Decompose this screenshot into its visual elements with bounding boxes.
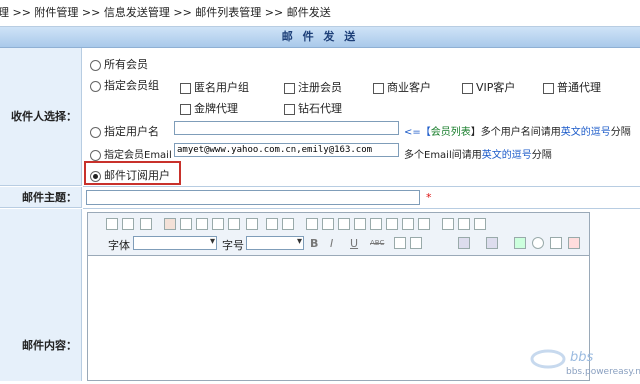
undo-icon[interactable]	[266, 218, 278, 230]
special-char-icon[interactable]	[568, 237, 580, 249]
font-select[interactable]	[133, 236, 217, 250]
rich-text-editor[interactable]: 字体 字号 B I U ABC	[87, 212, 590, 381]
redo-icon[interactable]	[282, 218, 294, 230]
table-icon[interactable]	[474, 218, 486, 230]
media-icon[interactable]	[550, 237, 562, 249]
usernames-input[interactable]	[174, 121, 399, 135]
radio-icon[interactable]	[90, 59, 101, 71]
link-icon[interactable]	[394, 237, 406, 249]
unordered-list-icon[interactable]	[322, 218, 334, 230]
paste-text-icon[interactable]	[212, 218, 224, 230]
eraser-icon[interactable]	[490, 218, 502, 230]
ordered-list-icon[interactable]	[306, 218, 318, 230]
group-checkbox-1[interactable]: 注册会员	[284, 79, 342, 95]
print-icon[interactable]	[246, 218, 258, 230]
checkbox-icon[interactable]	[543, 82, 554, 94]
watermark: bbs bbs.powereasy.net	[528, 345, 640, 381]
justify-icon[interactable]	[386, 218, 398, 230]
group-checkbox-3[interactable]: VIP客户	[462, 79, 515, 95]
checkbox-icon[interactable]	[373, 82, 384, 94]
indent-icon[interactable]	[402, 218, 414, 230]
group-checkbox-4[interactable]: 普通代理	[543, 79, 601, 95]
radio-member-groups[interactable]: 指定会员组	[90, 77, 159, 93]
subject-label: 邮件主题：	[0, 187, 82, 208]
font-label: 字体	[108, 239, 130, 252]
flash-icon[interactable]	[532, 237, 544, 249]
usernames-hint: <=【会员列表】多个用户名间请用英文的逗号分隔	[404, 127, 631, 138]
underline-button[interactable]: U	[350, 237, 358, 250]
bg-color-icon[interactable]	[486, 237, 498, 249]
group-checkbox-6[interactable]: 钻石代理	[284, 100, 342, 116]
copy-icon[interactable]	[180, 218, 192, 230]
group-checkbox-0[interactable]: 匿名用户组	[180, 79, 249, 95]
unlink-icon[interactable]	[410, 237, 422, 249]
align-right-icon[interactable]	[370, 218, 382, 230]
paste-word-icon[interactable]	[228, 218, 240, 230]
required-mark: *	[426, 191, 432, 204]
italic-button[interactable]: I	[330, 237, 333, 250]
cut-icon[interactable]	[164, 218, 176, 230]
outdent-icon[interactable]	[418, 218, 430, 230]
radio-icon[interactable]	[90, 80, 101, 92]
content-label: 邮件内容：	[0, 209, 82, 381]
size-select[interactable]	[246, 236, 304, 250]
spellcheck-icon[interactable]	[458, 218, 470, 230]
text-color-icon[interactable]	[458, 237, 470, 249]
radio-usernames[interactable]: 指定用户名	[90, 123, 159, 139]
image-icon[interactable]	[514, 237, 526, 249]
checkbox-icon[interactable]	[180, 103, 191, 115]
template-icon[interactable]	[140, 218, 152, 230]
align-left-icon[interactable]	[338, 218, 350, 230]
size-label: 字号	[222, 239, 244, 252]
editor-toolbar: 字体 字号 B I U ABC	[88, 213, 589, 256]
recipient-label: 收件人选择：	[0, 48, 82, 186]
new-doc-icon[interactable]	[106, 218, 118, 230]
group-checkbox-5[interactable]: 金牌代理	[180, 100, 238, 116]
checkbox-icon[interactable]	[284, 82, 295, 94]
find-icon[interactable]	[442, 218, 454, 230]
checkbox-icon[interactable]	[462, 82, 473, 94]
subject-input[interactable]	[86, 190, 420, 205]
radio-all-members[interactable]: 所有会员	[90, 56, 148, 72]
radio-icon[interactable]	[90, 149, 101, 161]
preview-icon[interactable]	[122, 218, 134, 230]
emails-hint: 多个Email间请用英文的逗号分隔	[404, 150, 552, 161]
svg-text:bbs: bbs	[570, 350, 594, 365]
section-header: 邮 件 发 送	[0, 27, 640, 48]
emails-input[interactable]	[174, 143, 399, 157]
checkbox-icon[interactable]	[284, 103, 295, 115]
breadcrumb: 理 >> 附件管理 >> 信息发送管理 >> 邮件列表管理 >> 邮件发送	[0, 0, 640, 27]
align-center-icon[interactable]	[354, 218, 366, 230]
strikethrough-button[interactable]: ABC	[370, 239, 384, 247]
anchor-icon[interactable]	[434, 237, 446, 249]
radio-member-emails[interactable]: 指定会员Email	[90, 146, 172, 161]
checkbox-icon[interactable]	[180, 82, 191, 94]
paste-icon[interactable]	[196, 218, 208, 230]
bold-button[interactable]: B	[310, 237, 318, 250]
radio-selected-icon[interactable]	[90, 170, 101, 182]
radio-icon[interactable]	[90, 126, 101, 138]
member-list-link[interactable]: 会员列表	[431, 127, 471, 138]
group-checkbox-2[interactable]: 商业客户	[373, 79, 431, 95]
radio-subscribers[interactable]: 邮件订阅用户	[90, 167, 170, 183]
